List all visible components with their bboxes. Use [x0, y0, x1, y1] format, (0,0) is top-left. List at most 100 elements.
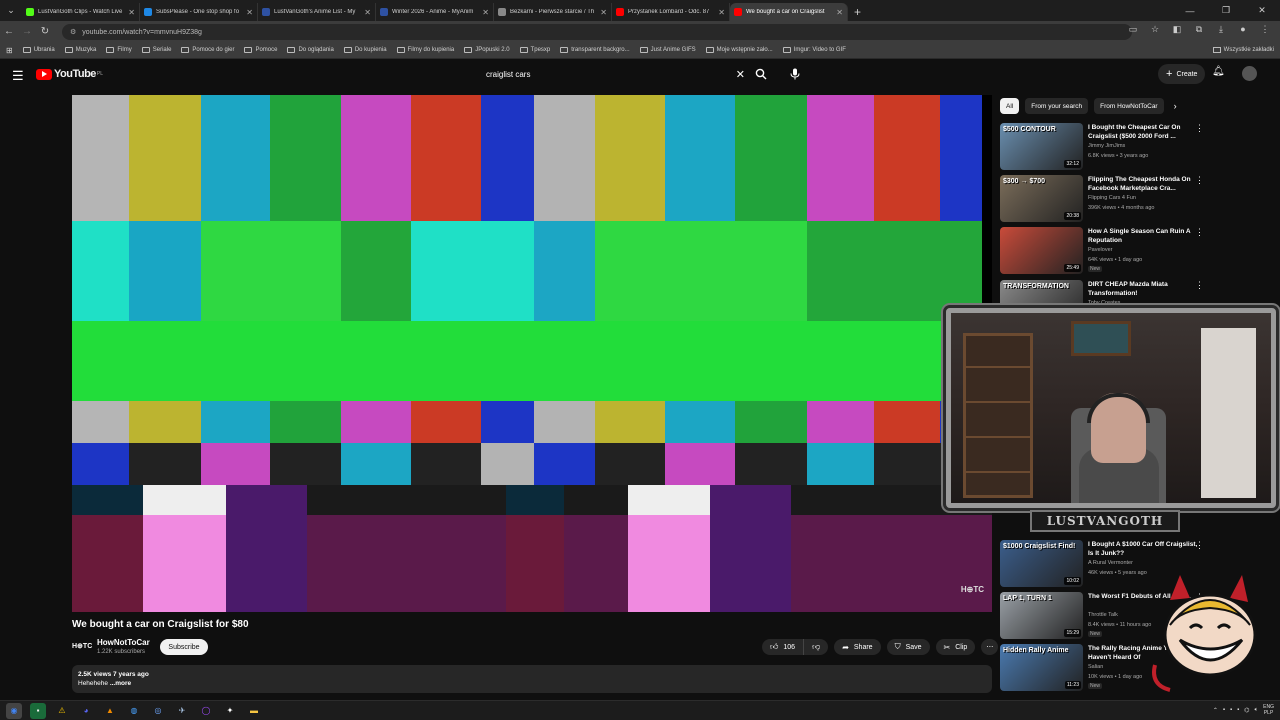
search-button[interactable] [750, 63, 772, 85]
chrome-taskbar-icon[interactable]: ◉ [6, 702, 22, 719]
recommendation-channel[interactable]: Flipping Cars 4 Fun [1088, 195, 1136, 201]
vlc-taskbar-icon[interactable]: ▲ [102, 703, 118, 719]
obs-taskbar-icon[interactable]: ◯ [198, 703, 214, 719]
puzzle-icon[interactable]: ⧉ [1192, 24, 1206, 35]
app-taskbar-icon-blue[interactable]: ◍ [126, 703, 142, 719]
filter-chip[interactable]: From your search [1025, 98, 1089, 114]
recommendation-item[interactable]: $500 CONTOUR 32:12 I Bought the Cheapest… [1000, 123, 1205, 173]
language-indicator[interactable]: ENG PLP [1263, 704, 1274, 716]
browser-tab[interactable]: SubsPlease - One stop shop fo ✕ [140, 3, 258, 21]
bookmark-item[interactable]: Imgur: Video to GIF [782, 47, 846, 53]
steam-taskbar-icon[interactable]: ✈ [174, 703, 190, 719]
bookmark-item[interactable]: Filmy [106, 47, 132, 53]
back-icon[interactable]: ← [0, 26, 18, 37]
bookmark-item[interactable]: JPopuski 2.0 [464, 47, 510, 53]
save-button[interactable]: ⛉ Save [886, 639, 930, 655]
recommendation-channel[interactable]: Pavelover [1088, 247, 1112, 253]
youtube-logo[interactable]: YouTube PL [36, 68, 103, 80]
recommendation-title[interactable]: Flipping The Cheapest Honda On Facebook … [1088, 175, 1198, 193]
recommendation-title[interactable]: I Bought the Cheapest Car On Craigslist … [1088, 123, 1198, 141]
browser-menu-icon[interactable]: ⋮ [1258, 24, 1272, 35]
browser-tab[interactable]: We bought a car on Craigslist ✕ [730, 3, 848, 21]
more-vert-icon[interactable]: ⋮ [1195, 540, 1204, 551]
volume-icon[interactable]: 🔈︎ [1255, 707, 1259, 714]
channel-avatar[interactable]: H⊕TC [72, 639, 92, 653]
recommendation-item[interactable]: $300 → $700 20:38 Flipping The Cheapest … [1000, 175, 1205, 225]
more-actions-button[interactable]: ⋯ [981, 639, 999, 655]
bookmark-star-icon[interactable]: ☆ [1148, 24, 1162, 35]
more-vert-icon[interactable]: ⋮ [1195, 123, 1204, 134]
dislike-button[interactable]: 👎︎ [804, 639, 828, 655]
apps-grid-icon[interactable]: ⊞ [6, 46, 13, 55]
recommendation-channel[interactable]: Salian [1088, 664, 1103, 670]
browser-tab[interactable]: Bezkarni - Pierwsze starcie / Th ✕ [494, 3, 612, 21]
download-icon[interactable]: ⤓ [1214, 24, 1228, 35]
description-box[interactable]: 2.5K views 7 years ago Hehehehe ...more [72, 665, 992, 693]
cast-icon[interactable]: ▭ [1126, 24, 1140, 35]
bookmark-item[interactable]: Do oglądania [287, 47, 334, 53]
recommendation-channel[interactable]: Jimmy JimJims [1088, 143, 1125, 149]
new-tab-button[interactable]: + [854, 3, 861, 21]
tray-app-icon[interactable]: ▪ [1223, 707, 1225, 713]
hamburger-menu-icon[interactable]: ☰ [12, 68, 24, 84]
bookmark-item[interactable]: Ubrania [22, 47, 55, 53]
tab-close-icon[interactable]: ✕ [836, 8, 843, 17]
browser-tab[interactable]: Winter 2026 - Anime - MyAnim ✕ [376, 3, 494, 21]
tab-search-icon[interactable]: ⌄ [0, 0, 22, 21]
recommendation-thumbnail[interactable]: $500 CONTOUR 32:12 [1000, 123, 1083, 170]
bookmark-item[interactable]: Pomoce [244, 47, 277, 53]
recommendation-thumbnail[interactable]: Hidden Rally Anime 11:23 [1000, 644, 1083, 691]
reload-icon[interactable]: ↻ [36, 26, 54, 37]
discord-taskbar-icon[interactable]: ◕ [78, 703, 94, 719]
browser-tab[interactable]: LustVanGoth's Anime List - My ✕ [258, 3, 376, 21]
search-input[interactable]: craiglist cars ✕ [477, 63, 747, 85]
recommendation-thumbnail[interactable]: $1000 Craigslist Find! 10:02 [1000, 540, 1083, 587]
tab-close-icon[interactable]: ✕ [718, 8, 725, 17]
all-bookmarks[interactable]: Wszystkie zakładki [1212, 47, 1274, 53]
bookmark-item[interactable]: Muzyka [64, 47, 96, 53]
create-button[interactable]: + Create [1158, 64, 1206, 84]
browser-tab[interactable]: LustVanGoth Clips - Watch Live ✕ [22, 3, 140, 21]
recommendation-channel[interactable]: Toby Creates [1088, 300, 1120, 306]
filter-chip[interactable]: All [1000, 98, 1020, 114]
notifications-bell-icon[interactable]: 🔔︎ [1212, 66, 1225, 77]
tray-chevron-icon[interactable]: ⌃ [1213, 707, 1218, 714]
more-vert-icon[interactable]: ⋮ [1195, 227, 1204, 238]
url-field[interactable]: ⚙ youtube.com/watch?v=mmvnuH9Z38g [62, 24, 1132, 40]
tab-close-icon[interactable]: ✕ [128, 8, 135, 17]
recommendation-thumbnail[interactable]: LAP 1, TURN 1 15:29 [1000, 592, 1083, 639]
profile-icon[interactable]: ● [1236, 24, 1250, 35]
close-window-icon[interactable]: ✕ [1244, 0, 1280, 21]
more-vert-icon[interactable]: ⋮ [1195, 175, 1204, 186]
tab-close-icon[interactable]: ✕ [600, 8, 607, 17]
browser-tab[interactable]: Przystanek Lombard - Odc. 87 ✕ [612, 3, 730, 21]
chevron-right-icon[interactable]: › [1174, 101, 1177, 111]
bookmark-item[interactable]: Pomoce do gier [181, 47, 234, 53]
tab-close-icon[interactable]: ✕ [364, 8, 371, 17]
app-taskbar-icon-green[interactable]: ▪ [30, 702, 46, 719]
recommendation-item[interactable]: 25:49 How A Single Season Can Ruin A Rep… [1000, 227, 1205, 277]
channel-name[interactable]: HowNotToCar [97, 638, 150, 647]
bookmark-item[interactable]: Just Anime GIFS [639, 47, 696, 53]
minimize-icon[interactable]: — [1172, 0, 1208, 21]
browser-taskbar-icon[interactable]: ◎ [150, 703, 166, 719]
app-taskbar-icon-yellow[interactable]: ⚠ [54, 703, 70, 719]
tab-close-icon[interactable]: ✕ [246, 8, 253, 17]
file-explorer-taskbar-icon[interactable]: ▬ [246, 703, 262, 719]
recommendation-title[interactable]: How A Single Season Can Ruin A Reputatio… [1088, 227, 1198, 245]
more-vert-icon[interactable]: ⋮ [1195, 280, 1204, 291]
bookmark-item[interactable]: Filmy do kupienia [396, 47, 454, 53]
bookmark-item[interactable]: Seriale [141, 47, 171, 53]
video-player[interactable]: H⊕TC [72, 95, 992, 612]
app-taskbar-icon-white[interactable]: ✦ [222, 703, 238, 719]
recommendation-thumbnail[interactable]: 25:49 [1000, 227, 1083, 274]
like-button[interactable]: 👍︎ 106 [762, 639, 805, 655]
bookmark-item[interactable]: Do kupienia [343, 47, 387, 53]
bookmark-item[interactable]: Tpesxp [519, 47, 550, 53]
recommendation-channel[interactable]: A Rural Vermonter [1088, 560, 1133, 566]
share-button[interactable]: ➦ Share [834, 639, 881, 655]
clear-search-icon[interactable]: ✕ [736, 68, 745, 81]
recommendation-channel[interactable]: Throttle Talk [1088, 612, 1118, 618]
maximize-icon[interactable]: ❐ [1208, 0, 1244, 21]
account-avatar[interactable] [1242, 66, 1257, 81]
